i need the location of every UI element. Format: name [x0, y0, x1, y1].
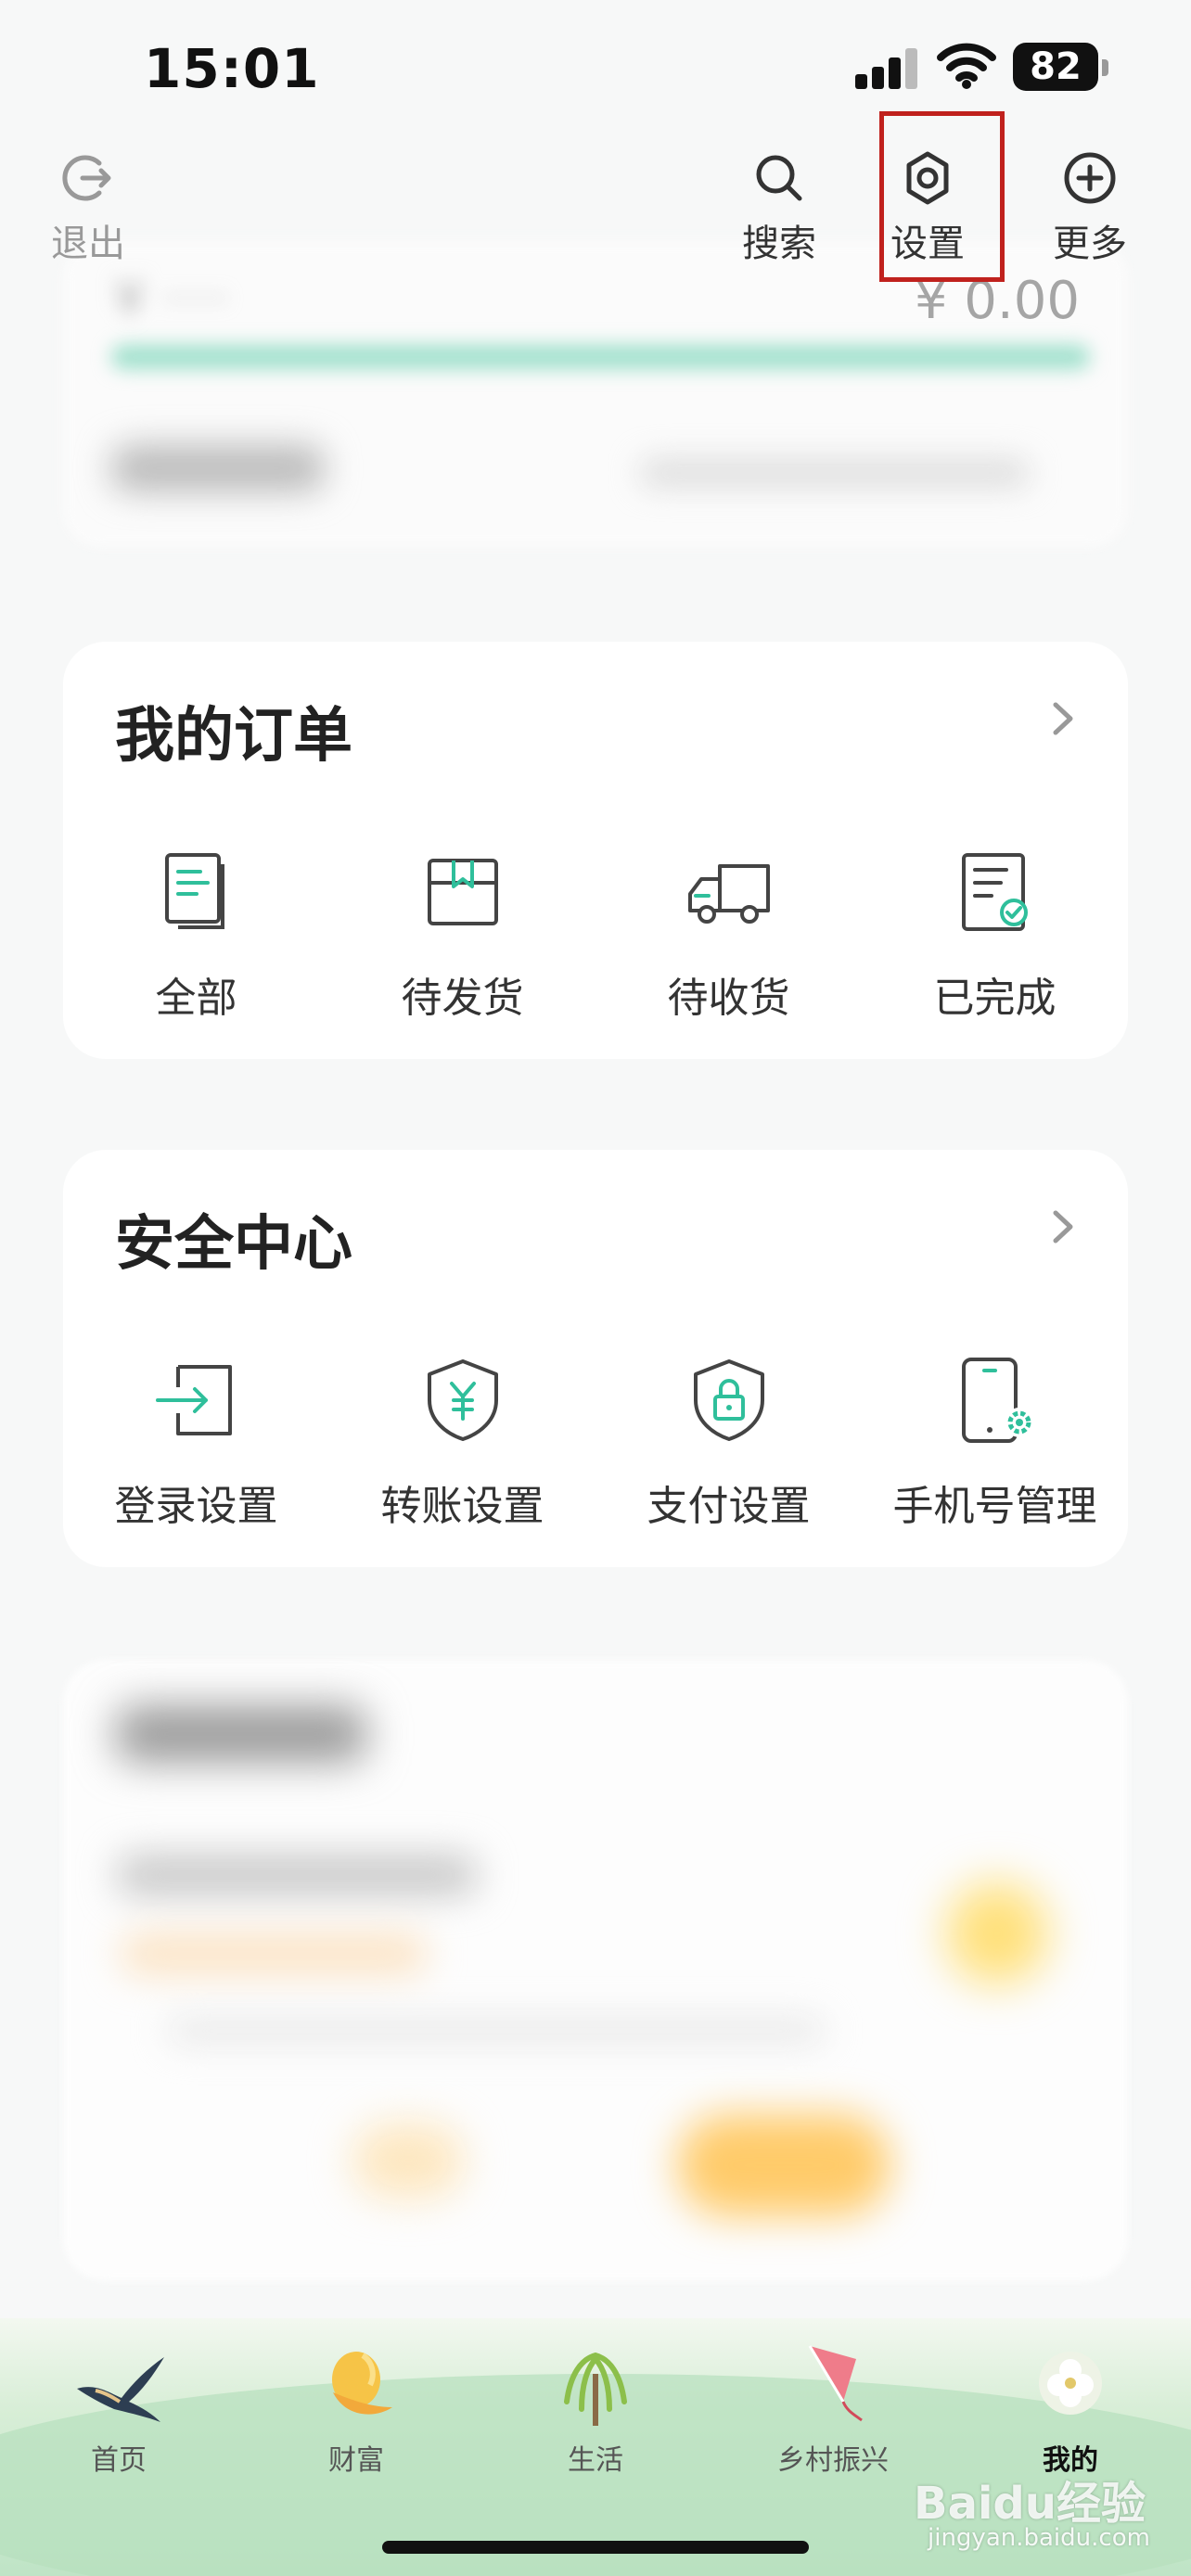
chevron-right-icon[interactable] [1041, 1205, 1083, 1248]
status-time: 15:01 [144, 37, 320, 100]
tab-life[interactable]: 生活 [512, 2337, 679, 2478]
tab-wealth-label: 财富 [328, 2444, 384, 2477]
package-box-icon [427, 859, 498, 925]
swallow-icon [77, 2357, 164, 2422]
settings-highlight-box [879, 111, 1005, 282]
wifi-icon [937, 43, 996, 89]
search-button[interactable]: 搜索 [742, 148, 816, 267]
order-all[interactable]: 全部 [63, 846, 329, 1024]
plus-circle-icon [1064, 152, 1116, 204]
security-center-card: 安全中心 登录设置 转账设置 支付设置 手机号管理 [63, 1150, 1128, 1567]
order-to-receive-label: 待收货 [667, 975, 790, 1022]
assets-row-blurred [111, 445, 325, 491]
payment-settings[interactable]: 支付设置 [596, 1354, 862, 1532]
watermark-logo: Baidu经验 [914, 2478, 1146, 2530]
flower-icon [1039, 2352, 1102, 2415]
battery-indicator: 82 [1013, 43, 1098, 91]
assets-progress-bar [111, 345, 1090, 369]
payment-settings-label: 支付设置 [647, 1483, 811, 1530]
blurred-text [167, 2017, 826, 2045]
assets-amount-blurred: ¥ ···· [113, 269, 229, 329]
yuan-shield-icon [427, 1359, 498, 1441]
status-bar: 15:01 82 [0, 0, 1191, 139]
security-title: 安全中心 [115, 1210, 352, 1279]
phone-management[interactable]: 手机号管理 [862, 1354, 1128, 1532]
tab-rural-revitalization[interactable]: 乡村振兴 [749, 2337, 916, 2478]
blurred-tag [121, 1933, 427, 1974]
orders-title: 我的订单 [115, 702, 352, 771]
delivery-truck-icon [687, 864, 770, 924]
kite-icon [808, 2345, 863, 2422]
login-settings[interactable]: 登录设置 [63, 1354, 329, 1532]
exit-button[interactable]: 退出 [51, 148, 125, 267]
orders-card: 我的订单 全部 待发货 待收货 已完成 [63, 642, 1128, 1059]
cellular-signal-icon [855, 46, 920, 89]
more-label: 更多 [1053, 223, 1127, 265]
chevron-right-icon[interactable] [1041, 697, 1083, 740]
assets-row-blurred-2 [640, 459, 1030, 487]
phone-management-label: 手机号管理 [892, 1483, 1097, 1530]
order-completed[interactable]: 已完成 [862, 846, 1128, 1024]
order-to-receive[interactable]: 待收货 [596, 846, 862, 1024]
tab-wealth[interactable]: 财富 [273, 2337, 440, 2478]
order-to-ship[interactable]: 待发货 [329, 846, 596, 1024]
login-arrow-icon [155, 1365, 232, 1435]
blurred-row [116, 1855, 478, 1895]
home-indicator[interactable] [382, 2541, 809, 2554]
blurred-chip [352, 2123, 464, 2198]
tab-life-label: 生活 [568, 2444, 623, 2477]
wealth-hat-icon [332, 2352, 392, 2415]
screen: 15:01 82 ¥ ···· ¥ 0.00 退出 搜索 设置 更多 我的订单 … [0, 0, 1191, 2576]
blurred-coin [946, 1882, 1048, 1984]
order-completed-label: 已完成 [933, 975, 1057, 1022]
search-icon [756, 155, 802, 201]
transfer-settings[interactable]: 转账设置 [329, 1354, 596, 1532]
exit-icon [62, 155, 111, 201]
exit-label: 退出 [51, 223, 125, 265]
login-settings-label: 登录设置 [114, 1483, 278, 1530]
transfer-settings-label: 转账设置 [380, 1483, 544, 1530]
lock-shield-icon [693, 1359, 764, 1441]
blurred-title [116, 1706, 366, 1762]
tab-mine[interactable]: 我的 [987, 2337, 1154, 2478]
tab-rural-label: 乡村振兴 [777, 2444, 889, 2477]
tab-home[interactable]: 首页 [35, 2337, 202, 2478]
document-list-icon [164, 853, 224, 929]
watermark-url: jingyan.baidu.com [928, 2524, 1150, 2552]
search-label: 搜索 [742, 223, 816, 265]
blurred-action-button [677, 2114, 890, 2216]
order-to-ship-label: 待发货 [401, 975, 524, 1022]
tab-home-label: 首页 [91, 2444, 147, 2477]
phone-gear-icon [961, 1358, 1034, 1443]
order-all-label: 全部 [155, 975, 237, 1022]
willow-tree-icon [564, 2353, 627, 2426]
completed-document-icon [961, 853, 1028, 931]
more-button[interactable]: 更多 [1053, 148, 1127, 267]
battery-tip [1102, 59, 1108, 76]
